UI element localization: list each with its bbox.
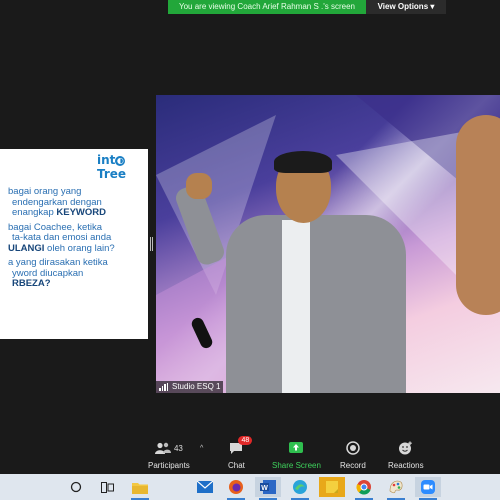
presenter-body (226, 215, 406, 393)
logo-text-prefix: int (97, 153, 116, 167)
meeting-controls: 43 Participants ^ 48 Chat Share Screen R… (140, 436, 500, 474)
screen-share-banner: You are viewing Coach Arief Rahman S .'s… (168, 0, 446, 14)
reactions-label: Reactions (388, 461, 424, 470)
participants-icon (154, 442, 171, 454)
viewing-screen-text: You are viewing Coach Arief Rahman S .'s… (168, 0, 366, 14)
slide-emphasis: ULANGI (8, 242, 45, 254)
logo-circle-icon: ◐ (115, 156, 126, 166)
reactions-icon (399, 441, 413, 455)
reactions-button[interactable]: Reactions (388, 440, 424, 470)
presenter-hair (274, 151, 332, 173)
zoom-icon[interactable] (415, 477, 441, 500)
slide-line: bagai orang yang (8, 186, 82, 197)
shared-screen-slide: int ◐Tree bagai orang yang endengarkan de… (0, 149, 148, 339)
participants-chevron-icon[interactable]: ^ (200, 445, 203, 452)
firefox-icon[interactable] (223, 477, 249, 500)
participant-name-label: Studio ESQ 1 (156, 381, 224, 393)
edge-icon[interactable] (287, 477, 313, 500)
record-button[interactable]: Record (340, 440, 366, 470)
chat-unread-badge: 48 (238, 436, 253, 445)
participants-label: Participants (148, 461, 190, 470)
logo-text-suffix: Tree (97, 167, 127, 181)
second-person-figure (456, 115, 500, 315)
chat-button[interactable]: 48 Chat (228, 436, 253, 470)
chrome-icon[interactable] (351, 477, 377, 500)
svg-text:W: W (261, 485, 268, 492)
slide-line: a yang dirasakan ketika (8, 257, 108, 268)
record-icon (346, 441, 360, 455)
slide-emphasis: RBEZA? (12, 278, 51, 289)
presenter-fist (186, 173, 212, 199)
sticky-notes-icon[interactable] (319, 477, 345, 497)
presenter-shirt (282, 220, 310, 393)
participant-name: Studio ESQ 1 (172, 382, 221, 391)
file-explorer-icon[interactable] (127, 477, 153, 500)
view-options-button[interactable]: View Options ▾ (366, 0, 446, 14)
paint-icon[interactable] (383, 477, 409, 500)
slide-line-part: enangkap (12, 207, 57, 218)
split-divider-handle[interactable] (150, 237, 153, 251)
slide-logo: int ◐Tree (97, 153, 148, 181)
slide-line: enangkap KEYWORD (0, 207, 148, 219)
mail-icon[interactable] (192, 477, 218, 497)
participant-count: 43 (173, 443, 183, 453)
slide-line-part: oleh orang lain? (44, 242, 115, 254)
participants-button[interactable]: 43 Participants (148, 440, 190, 470)
search-circle-icon[interactable] (63, 477, 89, 497)
slide-keyword: KEYWORD (56, 207, 106, 218)
video-feed[interactable]: Studio ESQ 1 (156, 95, 500, 393)
slide-line: RBEZA? (0, 278, 148, 290)
slide-line: ULANGI oleh orang lain? (0, 242, 148, 255)
slide-text: bagai orang yang endengarkan dengan enan… (0, 186, 148, 290)
windows-taskbar: W (0, 474, 500, 500)
word-icon[interactable]: W (255, 477, 281, 500)
chat-label: Chat (228, 461, 245, 470)
record-label: Record (340, 461, 366, 470)
share-screen-button[interactable]: Share Screen (272, 440, 321, 470)
task-view-icon[interactable] (94, 477, 120, 497)
signal-strength-icon (159, 383, 168, 391)
share-screen-icon (289, 442, 304, 453)
share-screen-label: Share Screen (272, 461, 321, 470)
